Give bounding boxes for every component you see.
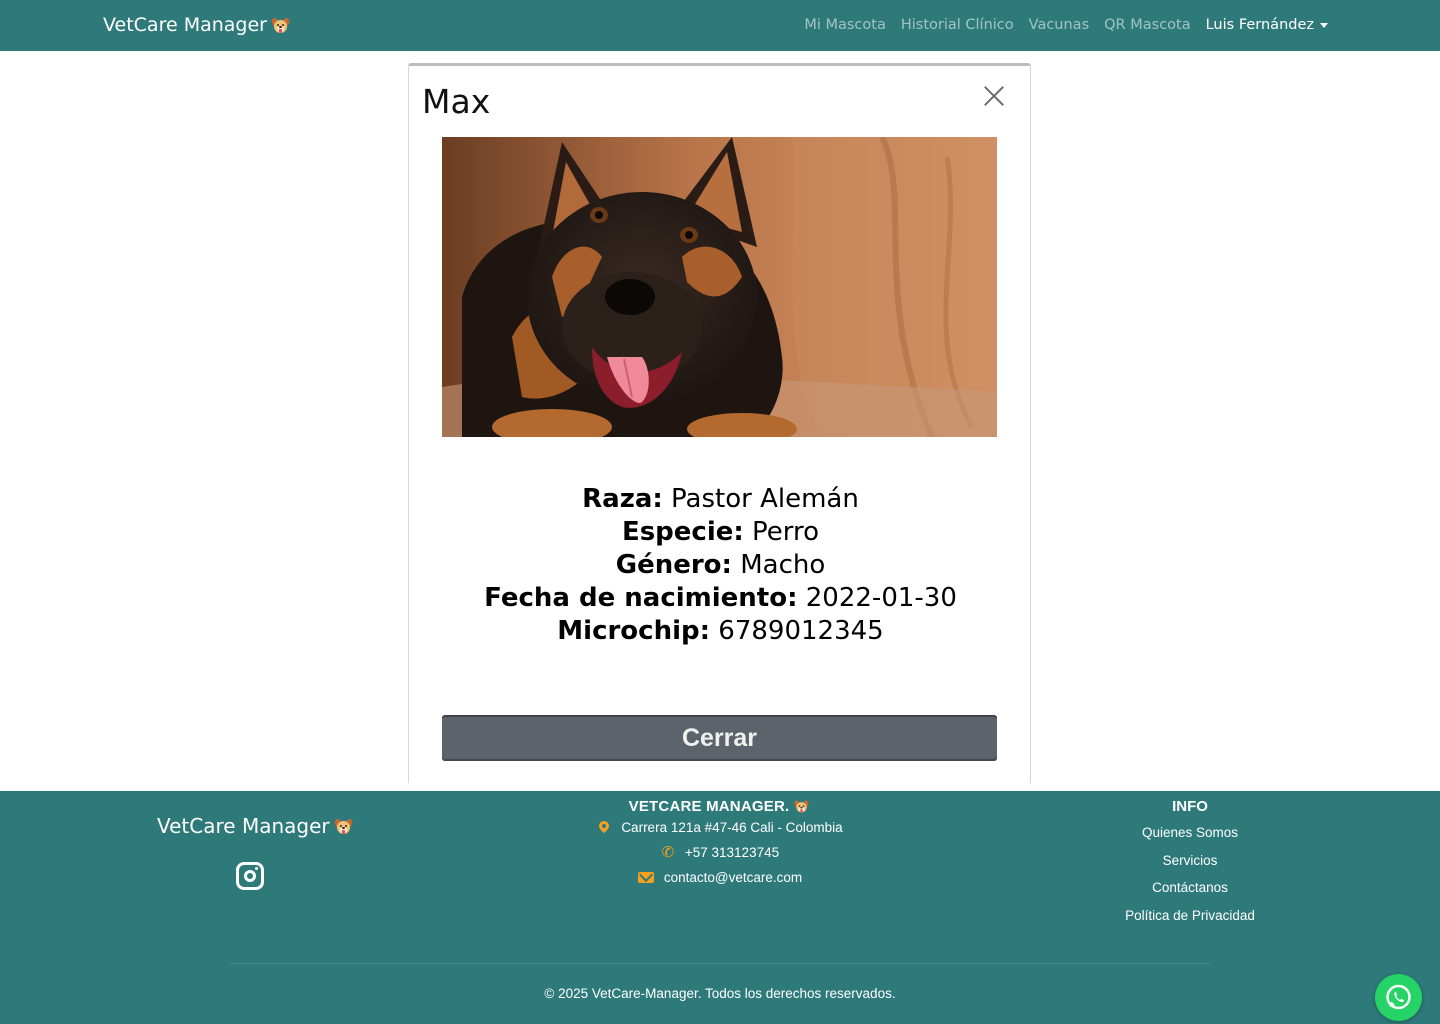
instagram-icon[interactable]	[236, 862, 264, 890]
detail-row-fecha-nacimiento: Fecha de nacimiento: 2022-01-30	[409, 582, 1032, 615]
footer-email: contacto@vetcare.com	[560, 865, 880, 890]
user-menu-dropdown[interactable]: Luis Fernández	[1206, 17, 1328, 33]
whatsapp-icon[interactable]	[1375, 974, 1422, 1021]
footer-info-title: INFO	[1172, 798, 1208, 815]
footer-contact-title: VETCARE MANAGER.	[560, 798, 880, 815]
brand-name: VetCare Manager	[103, 14, 267, 36]
nav-link-qr-mascota[interactable]: QR Mascota	[1104, 17, 1190, 33]
footer-brand-name: VetCare Manager	[157, 814, 330, 838]
user-name: Luis Fernández	[1205, 17, 1314, 33]
close-icon[interactable]	[979, 81, 1009, 111]
pet-name-title: Max	[422, 82, 491, 121]
nav-link-mi-mascota[interactable]: Mi Mascota	[804, 17, 886, 33]
footer-phone: ✆ +57 313123745	[560, 840, 880, 865]
envelope-icon	[637, 872, 654, 883]
detail-label: Fecha de nacimiento:	[484, 583, 798, 613]
caret-down-icon	[1320, 22, 1328, 28]
detail-label: Microchip:	[557, 616, 711, 646]
footer-divider	[230, 963, 1210, 964]
footer-link-quienes-somos[interactable]: Quienes Somos	[1090, 825, 1290, 853]
phone-icon: ✆	[661, 843, 675, 861]
navbar: VetCare Manager Mi Mascota Historial Clí…	[0, 0, 1440, 51]
footer-info: INFO Quienes Somos Servicios Contáctanos…	[1090, 798, 1290, 935]
footer-address-text: Carrera 121a #47-46 Cali - Colombia	[621, 820, 843, 835]
detail-label: Raza:	[582, 484, 663, 514]
footer-email-text: contacto@vetcare.com	[663, 870, 803, 885]
footer-link-politica-privacidad[interactable]: Política de Privacidad	[1090, 908, 1290, 936]
footer-phone-text: +57 313123745	[684, 845, 780, 860]
nav-links: Mi Mascota Historial Clínico Vacunas QR …	[804, 17, 1328, 33]
detail-label: Especie:	[621, 517, 744, 547]
footer-contact: VETCARE MANAGER. Carrera 121a #47-46 Cal…	[560, 798, 880, 890]
detail-label: Género:	[615, 550, 732, 580]
brand-link[interactable]: VetCare Manager	[103, 14, 291, 36]
detail-value: Pastor Alemán	[671, 484, 859, 514]
pet-details: Raza: Pastor Alemán Especie: Perro Géner…	[409, 483, 1032, 648]
pet-detail-modal: Max Raza: Pastor Alemán Especie: Perro G…	[408, 63, 1031, 783]
dog-face-icon	[270, 16, 291, 34]
footer-brand: VetCare Manager	[157, 814, 353, 838]
footer-address: Carrera 121a #47-46 Cali - Colombia	[560, 815, 880, 840]
footer-copyright: © 2025 VetCare-Manager. Todos los derech…	[544, 986, 896, 1001]
footer-link-contactanos[interactable]: Contáctanos	[1090, 880, 1290, 908]
detail-row-especie: Especie: Perro	[409, 516, 1032, 549]
footer-link-servicios[interactable]: Servicios	[1090, 853, 1290, 881]
detail-value: Macho	[740, 550, 826, 580]
detail-value: 2022-01-30	[805, 583, 957, 613]
footer: VetCare Manager VETCARE MANAGER. Carrera…	[0, 791, 1440, 1024]
detail-row-genero: Género: Macho	[409, 549, 1032, 582]
dog-face-icon	[333, 817, 353, 835]
pet-photo	[442, 137, 997, 437]
nav-link-historial-clinico[interactable]: Historial Clínico	[901, 17, 1014, 33]
detail-row-microchip: Microchip: 6789012345	[409, 615, 1032, 648]
map-pin-icon	[597, 821, 611, 835]
cerrar-button[interactable]: Cerrar	[442, 715, 997, 761]
footer-contact-title-text: VETCARE MANAGER.	[628, 798, 790, 815]
nav-link-vacunas[interactable]: Vacunas	[1029, 17, 1089, 33]
detail-value: 6789012345	[718, 616, 884, 646]
detail-value: Perro	[752, 517, 820, 547]
detail-row-raza: Raza: Pastor Alemán	[409, 483, 1032, 516]
dog-face-icon	[794, 799, 810, 814]
